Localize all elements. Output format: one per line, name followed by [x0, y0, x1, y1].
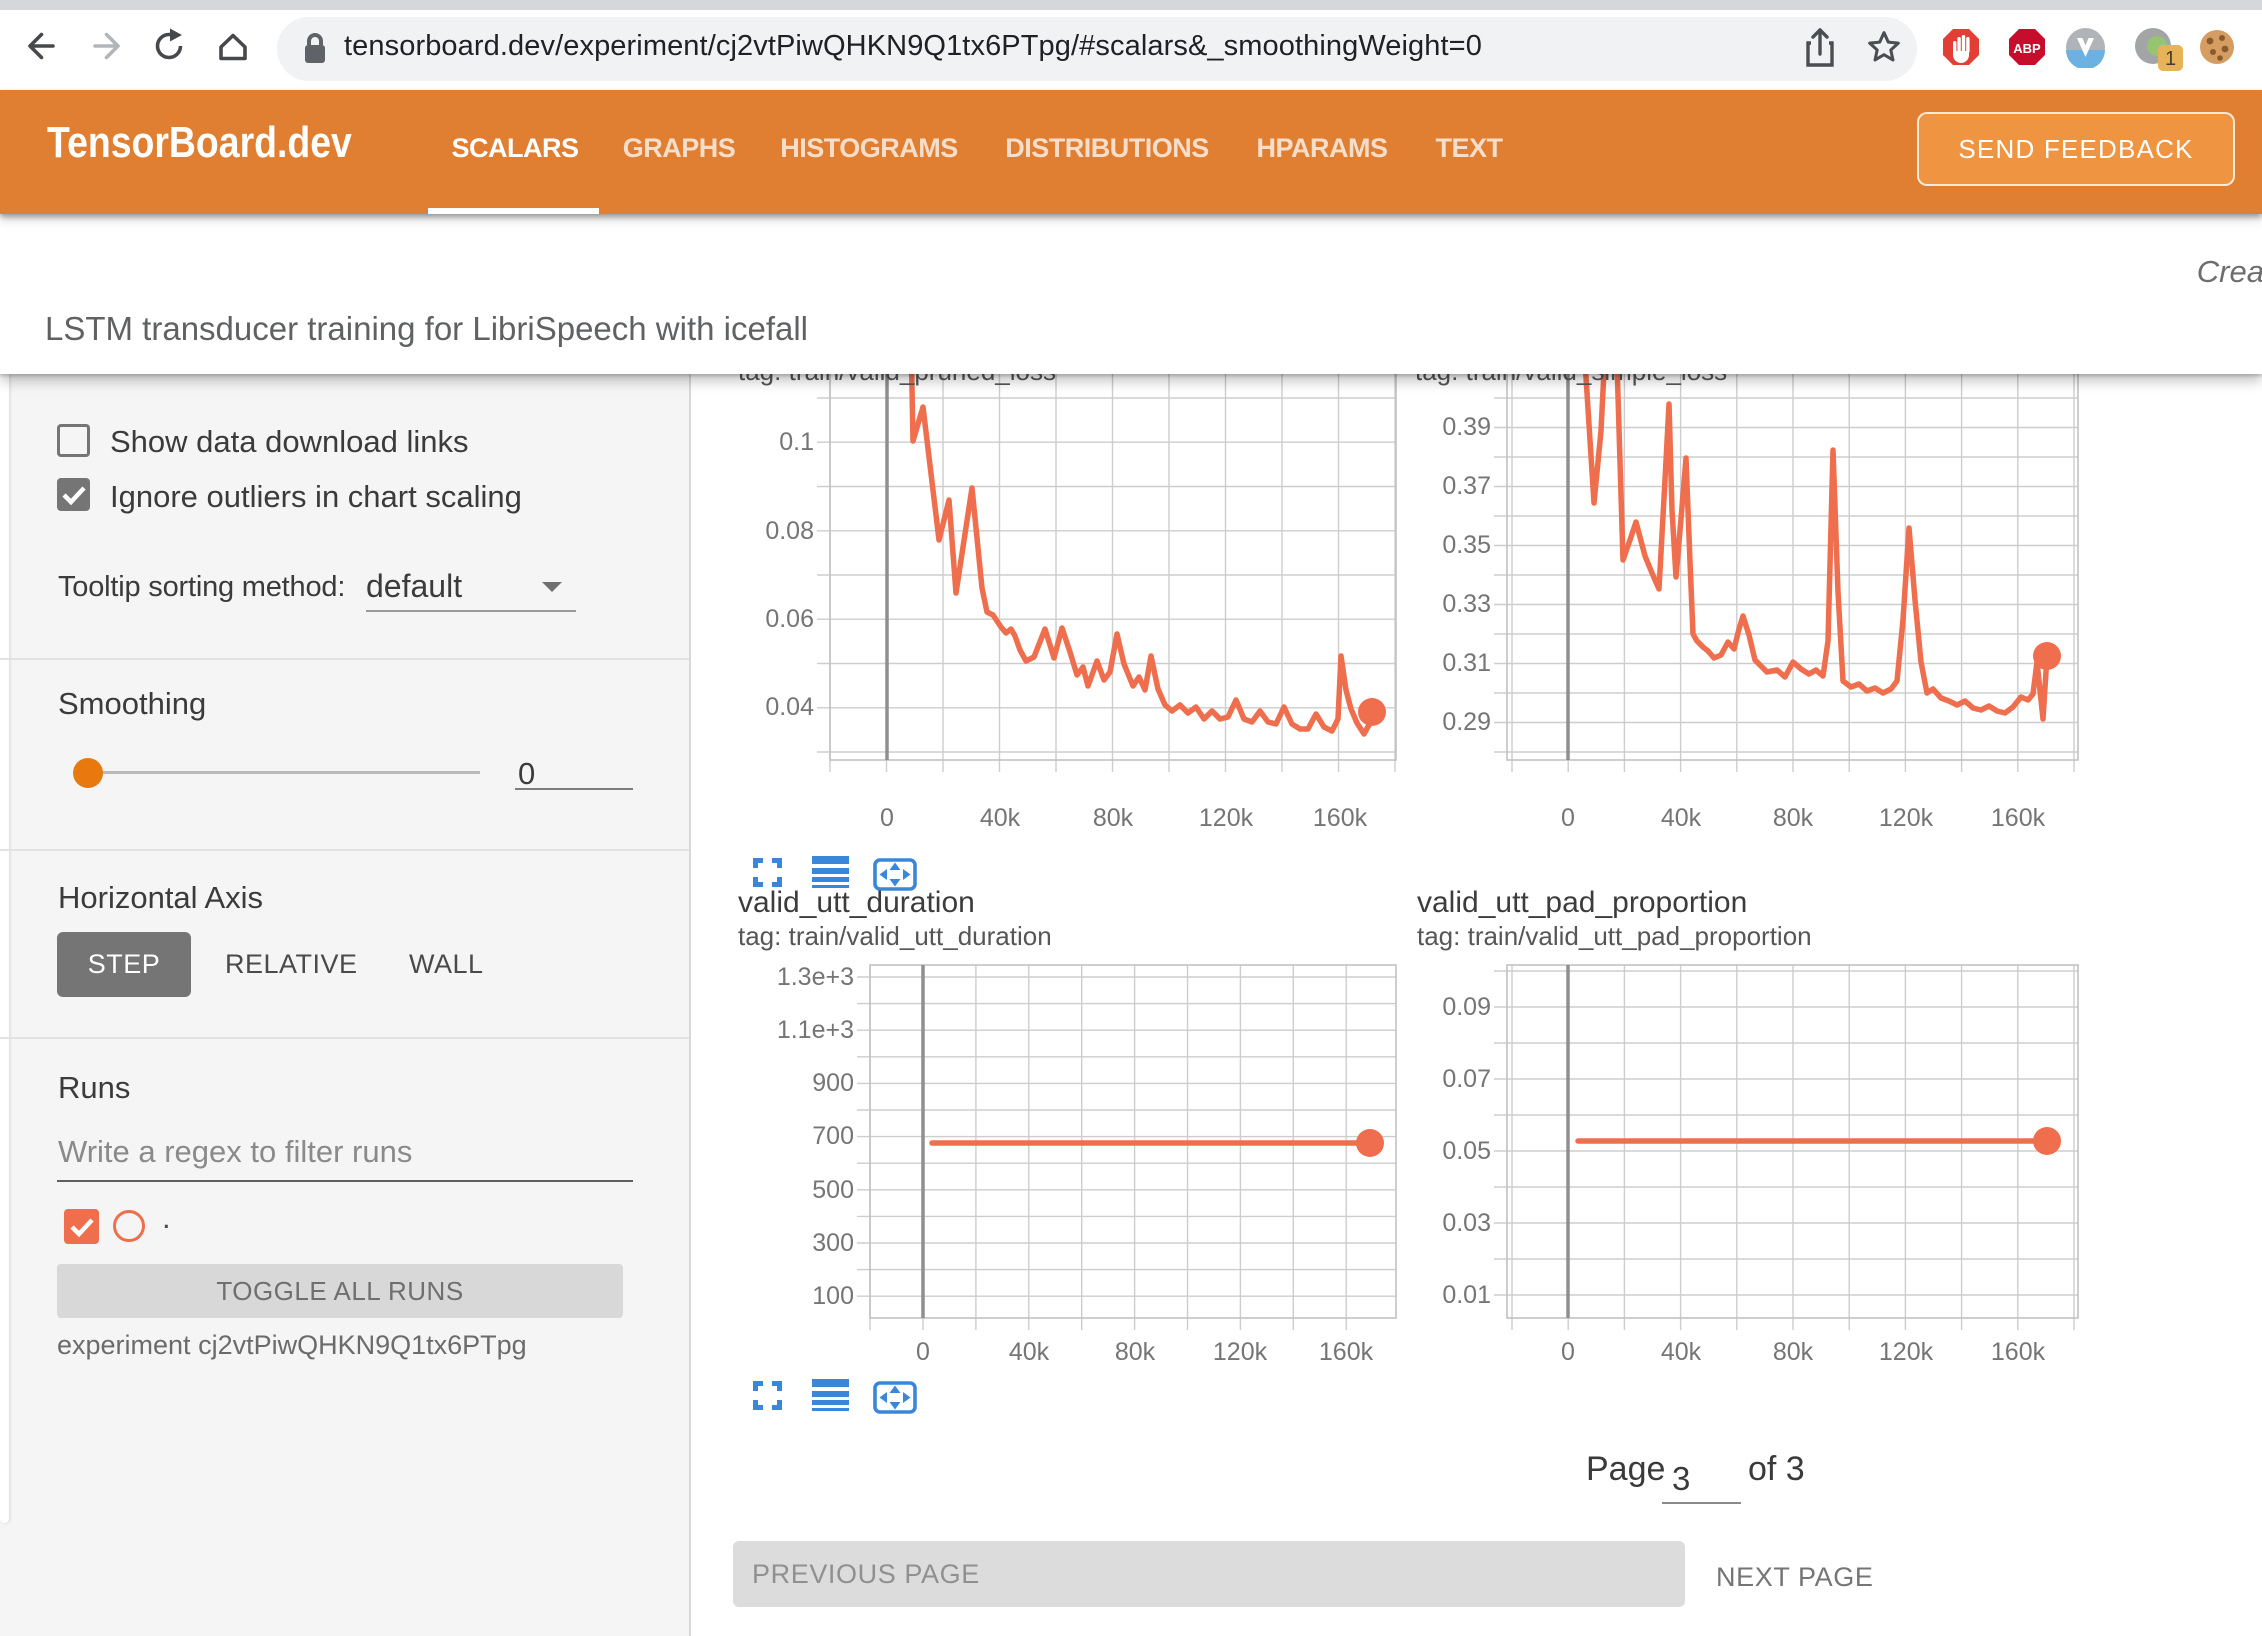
svg-text:300: 300 [812, 1229, 854, 1257]
svg-text:0.39: 0.39 [1442, 413, 1491, 441]
svg-text:700: 700 [812, 1122, 854, 1150]
svg-text:160k: 160k [1991, 1338, 2046, 1366]
svg-text:1.3e+3: 1.3e+3 [777, 963, 854, 991]
svg-text:1.1e+3: 1.1e+3 [777, 1016, 854, 1044]
svg-text:0.33: 0.33 [1442, 590, 1491, 618]
svg-text:0.1: 0.1 [779, 428, 814, 456]
svg-text:40k: 40k [1661, 804, 1702, 832]
svg-text:0.05: 0.05 [1442, 1137, 1491, 1165]
svg-text:0.04: 0.04 [765, 693, 814, 721]
svg-text:160k: 160k [1319, 1338, 1374, 1366]
svg-text:120k: 120k [1879, 1338, 1934, 1366]
svg-text:160k: 160k [1313, 804, 1368, 832]
svg-text:80k: 80k [1093, 804, 1134, 832]
svg-text:0.29: 0.29 [1442, 708, 1491, 736]
svg-text:120k: 120k [1879, 804, 1934, 832]
svg-text:0.03: 0.03 [1442, 1209, 1491, 1237]
svg-text:900: 900 [812, 1069, 854, 1097]
svg-text:0.35: 0.35 [1442, 531, 1491, 559]
svg-text:100: 100 [812, 1282, 854, 1310]
svg-text:40k: 40k [1009, 1338, 1050, 1366]
svg-text:ABP: ABP [2013, 41, 2041, 56]
svg-text:80k: 80k [1115, 1338, 1156, 1366]
svg-text:120k: 120k [1213, 1338, 1268, 1366]
svg-text:80k: 80k [1773, 1338, 1814, 1366]
svg-text:0: 0 [880, 804, 894, 832]
svg-text:0: 0 [916, 1338, 930, 1366]
svg-text:0.07: 0.07 [1442, 1065, 1491, 1093]
svg-text:80k: 80k [1773, 804, 1814, 832]
svg-text:160k: 160k [1991, 804, 2046, 832]
svg-text:0.31: 0.31 [1442, 649, 1491, 677]
svg-text:0.09: 0.09 [1442, 993, 1491, 1021]
svg-text:0.37: 0.37 [1442, 472, 1491, 500]
svg-text:0.01: 0.01 [1442, 1281, 1491, 1309]
svg-text:40k: 40k [1661, 1338, 1702, 1366]
svg-text:0: 0 [1561, 804, 1575, 832]
svg-text:120k: 120k [1199, 804, 1254, 832]
svg-text:0.06: 0.06 [765, 605, 814, 633]
svg-text:0: 0 [1561, 1338, 1575, 1366]
svg-text:0.08: 0.08 [765, 517, 814, 545]
svg-text:500: 500 [812, 1176, 854, 1204]
svg-text:1: 1 [2165, 48, 2176, 70]
svg-text:40k: 40k [980, 804, 1021, 832]
